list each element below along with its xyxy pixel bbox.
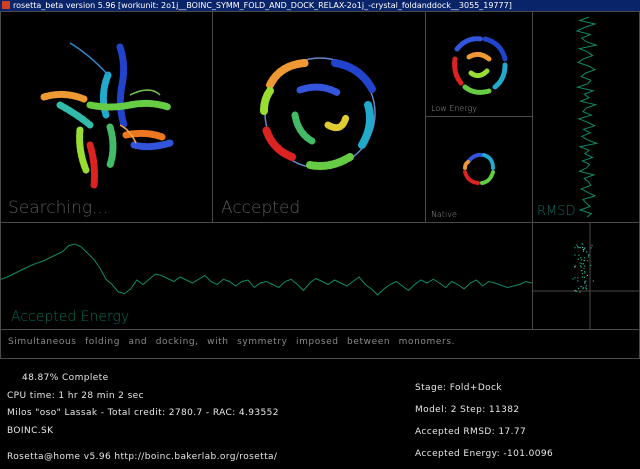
scatter-point [583, 249, 585, 251]
scatter-point [583, 276, 585, 278]
scatter-point [581, 276, 583, 278]
scatter-point [585, 285, 587, 287]
helix-cyan [358, 101, 374, 149]
scatter-point [584, 257, 586, 259]
low-energy-structure-view [452, 36, 508, 95]
accepted-energy-label: Accepted Energy [11, 309, 130, 325]
footer-url: Rosetta@home v5.96 http://boinc.bakerlab… [7, 452, 278, 462]
scatter-point [590, 264, 592, 267]
scatter-point [578, 287, 580, 289]
scatter-point [577, 247, 579, 249]
model-step-text: Model: 2 Step: 11382 [415, 405, 520, 415]
scatter-point [583, 265, 586, 267]
cpu-time: CPU time: 1 hr 28 min 2 sec [7, 391, 144, 401]
helix-green [306, 153, 354, 170]
helix-blue-inner [296, 83, 342, 97]
window-title-bar[interactable]: rosetta_beta version 5.96 [workunit: 2o1… [0, 0, 640, 11]
helix-blue-2 [130, 139, 174, 151]
scatter-point [585, 280, 587, 282]
scatter-point [582, 288, 584, 290]
stage-text: Stage: Fold+Dock [415, 383, 503, 393]
scatter-point [580, 257, 582, 259]
helix-lime [260, 87, 274, 115]
helix-blue [331, 59, 376, 93]
helix-blue [116, 43, 128, 129]
percent-complete: 48.87% Complete [22, 373, 109, 383]
searching-label: Searching... [8, 198, 109, 218]
scatter-point [584, 282, 586, 284]
accepted-rmsd-text: Accepted RMSD: 17.77 [415, 427, 527, 437]
scatter-point [592, 280, 594, 282]
rosetta-app-icon [2, 1, 10, 9]
scatter-point [590, 247, 592, 249]
scatter-point [582, 243, 584, 245]
team-name: BOINC.SK [7, 426, 54, 436]
helix-green [86, 99, 172, 111]
native-label: Native [431, 210, 457, 219]
scatter-point [577, 258, 579, 260]
accepted-energy-text: Accepted Energy: -101.0096 [415, 449, 554, 459]
scatter-point [585, 287, 587, 289]
scatter-point [583, 259, 585, 262]
scatter-point [583, 267, 585, 270]
scatter-point [584, 272, 586, 274]
accepted-structure-view [260, 57, 376, 170]
rmsd-trace-chart [575, 16, 599, 218]
scatter-point [581, 273, 584, 275]
user-credit: Milos "oso" Lassak - Total credit: 2780.… [7, 408, 279, 418]
scatter-point [591, 244, 593, 246]
helix-yellow-inner [324, 113, 350, 132]
scatter-point [580, 265, 582, 267]
rmsd-label: RMSD [537, 204, 576, 219]
scatter-point [580, 266, 582, 268]
scatter-point [577, 280, 579, 282]
helix-red [262, 125, 296, 161]
scatter-point [587, 260, 589, 262]
scatter-point [580, 285, 582, 288]
helix-green-inner [291, 111, 316, 145]
scatter-point [584, 247, 586, 249]
accepted-label: Accepted [221, 198, 301, 218]
window-title: rosetta_beta version 5.96 [workunit: 2o1… [13, 1, 512, 10]
scatter-point [578, 254, 580, 256]
scatter-point [574, 266, 576, 268]
rmsd-energy-scatter [533, 223, 639, 329]
helix-orange [40, 90, 88, 103]
helix-teal [56, 101, 94, 129]
scatter-point [575, 290, 577, 292]
helix-green-2 [106, 123, 117, 169]
scatter-point [581, 259, 583, 261]
scatter-point [581, 263, 583, 265]
scatter-point [581, 270, 583, 272]
scatter-point [588, 254, 590, 256]
scatter-point [574, 277, 576, 279]
run-description: Simultaneous folding and docking, with s… [8, 337, 456, 347]
scatter-point [579, 291, 581, 293]
native-structure-view [463, 152, 495, 185]
scatter-point [582, 250, 584, 252]
scatter-point [574, 290, 576, 292]
helix-lime [76, 126, 90, 174]
scatter-point [574, 254, 576, 256]
scatter-point [587, 256, 589, 258]
scatter-point [574, 247, 576, 249]
scatter-point [576, 244, 578, 246]
scatter-point [582, 246, 584, 249]
scatter-point [582, 263, 584, 265]
helix-orange [266, 59, 309, 89]
scatter-point [577, 277, 579, 279]
scatter-point [579, 262, 581, 264]
scatter-point [586, 274, 588, 276]
energy-series-line [1, 243, 532, 296]
scatter-point [579, 247, 581, 249]
searching-structure-view [40, 42, 174, 189]
low-energy-label: Low Energy [431, 104, 478, 113]
scatter-point [572, 278, 574, 280]
rmsd-series-line [575, 16, 599, 218]
scatter-point [586, 251, 588, 253]
scatter-point [577, 246, 579, 248]
helix-red [86, 141, 98, 189]
scatter-point [584, 271, 586, 273]
